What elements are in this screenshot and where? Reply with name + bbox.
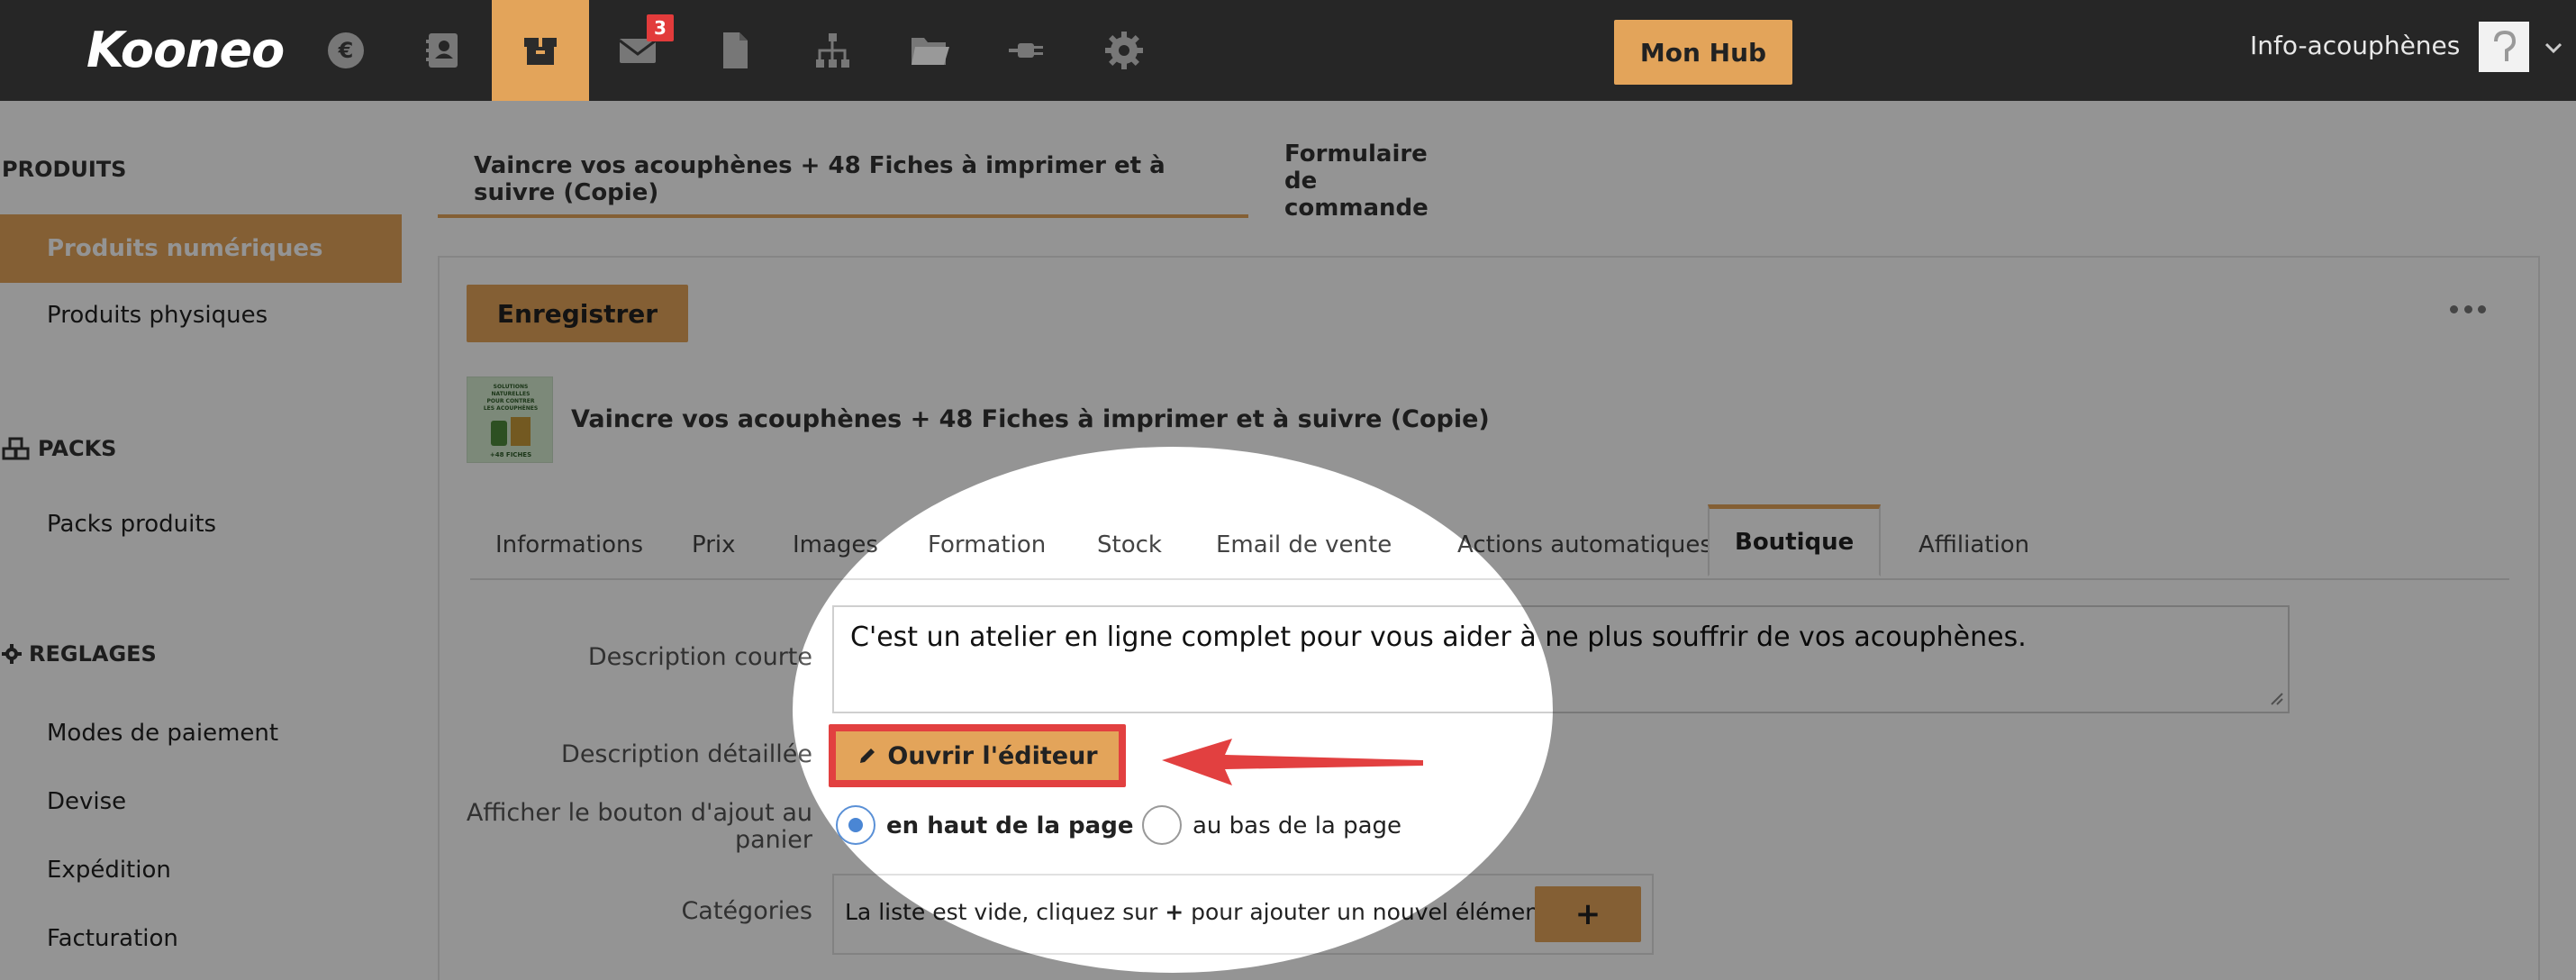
radio-bottom-of-page[interactable] (1142, 805, 1182, 845)
radio-top-of-page[interactable] (836, 805, 875, 845)
detailed-description-label: Description détaillée (561, 740, 812, 768)
gear-icon (2, 644, 22, 664)
mon-hub-button[interactable]: Mon Hub (1614, 20, 1792, 85)
gear-icon[interactable] (1075, 0, 1173, 101)
svg-text:POUR CONTRER: POUR CONTRER (486, 398, 534, 404)
cubes-icon (2, 437, 30, 460)
sidebar-section-reglages: REGLAGES (2, 641, 157, 667)
sidebar-item-produits-numeriques[interactable]: Produits numériques (0, 214, 402, 283)
radio-top-of-page-label: en haut de la page (886, 812, 1134, 839)
tab-stock[interactable]: Stock (1072, 510, 1187, 580)
categories-label: Catégories (681, 897, 812, 925)
svg-text:NATURELLES: NATURELLES (492, 391, 531, 397)
tab-boutique[interactable]: Boutique (1708, 504, 1882, 576)
tab-prix[interactable]: Prix (667, 510, 761, 580)
tab-images[interactable]: Images (767, 510, 903, 580)
product-tabs: Informations Prix Images Formation Stock… (470, 504, 2509, 580)
annotation-arrow (1162, 739, 1423, 785)
sidebar: PRODUITS Produits numériques Produits ph… (0, 101, 402, 980)
product-thumbnail: SOLUTIONS NATURELLES POUR CONTRER LES AC… (467, 377, 553, 463)
account-name[interactable]: Info-acouphènes (2250, 31, 2460, 60)
tab-affiliation[interactable]: Affiliation (1893, 510, 2054, 580)
categories-empty-message: La liste est vide, cliquez sur + pour aj… (845, 899, 1548, 925)
plug-icon[interactable] (978, 0, 1075, 101)
product-title: Vaincre vos acouphènes + 48 Fiches à imp… (571, 405, 1490, 433)
svg-text:LES ACOUPHÈNES: LES ACOUPHÈNES (484, 404, 538, 412)
pencil-icon (860, 749, 875, 763)
open-editor-button[interactable]: Ouvrir l'éditeur (829, 724, 1126, 787)
sidebar-item-facturation[interactable]: Facturation (0, 904, 402, 973)
sidebar-item-packs-produits[interactable]: Packs produits (0, 490, 402, 558)
sidebar-section-produits: PRODUITS (2, 157, 127, 182)
svg-text:+48 FICHES: +48 FICHES (490, 451, 531, 458)
tab-actions-automatiques[interactable]: Actions automatiques (1432, 510, 1737, 580)
contacts-icon[interactable] (395, 0, 492, 101)
short-description-field[interactable]: C'est un atelier en ligne complet pour v… (832, 605, 2290, 713)
page-tab-order-form[interactable]: Formulaire de commande (1284, 141, 1429, 222)
sidebar-item-produits-physiques[interactable]: Produits physiques (0, 281, 402, 349)
sidebar-item-expedition[interactable]: Expédition (0, 836, 402, 904)
app-logo[interactable]: Kooneo (86, 22, 285, 78)
euro-icon[interactable]: € (297, 0, 395, 101)
folder-icon[interactable] (881, 0, 978, 101)
sidebar-item-devise[interactable]: Devise (0, 767, 402, 836)
short-description-label: Description courte (587, 643, 812, 671)
save-button[interactable]: Enregistrer (467, 285, 688, 342)
sidebar-item-modes-de-paiement[interactable]: Modes de paiement (0, 699, 402, 767)
avatar[interactable] (2479, 22, 2529, 72)
radio-bottom-of-page-label: au bas de la page (1193, 812, 1402, 839)
chevron-down-icon[interactable] (2542, 36, 2565, 59)
cart-button-position-label: Afficher le bouton d'ajout au panier (466, 799, 812, 854)
sitemap-icon[interactable] (784, 0, 881, 101)
box-icon[interactable] (492, 0, 589, 101)
tab-informations[interactable]: Informations (470, 510, 668, 580)
document-icon[interactable] (686, 0, 784, 101)
mail-unread-badge: 3 (647, 14, 674, 41)
tab-formation[interactable]: Formation (903, 510, 1071, 580)
tab-email-de-vente[interactable]: Email de vente (1191, 510, 1417, 580)
page-tab-product[interactable]: Vaincre vos acouphènes + 48 Fiches à imp… (438, 144, 1248, 218)
more-options-icon[interactable] (2450, 295, 2486, 322)
resize-handle-icon[interactable] (2266, 688, 2284, 706)
add-category-button[interactable]: + (1535, 886, 1641, 942)
svg-text:€: € (338, 38, 354, 63)
svg-text:SOLUTIONS: SOLUTIONS (494, 384, 529, 390)
sidebar-section-packs: PACKS (2, 436, 116, 461)
top-navigation-bar: Kooneo € 3 Mon Hub Info-acouphènes (0, 0, 2576, 101)
